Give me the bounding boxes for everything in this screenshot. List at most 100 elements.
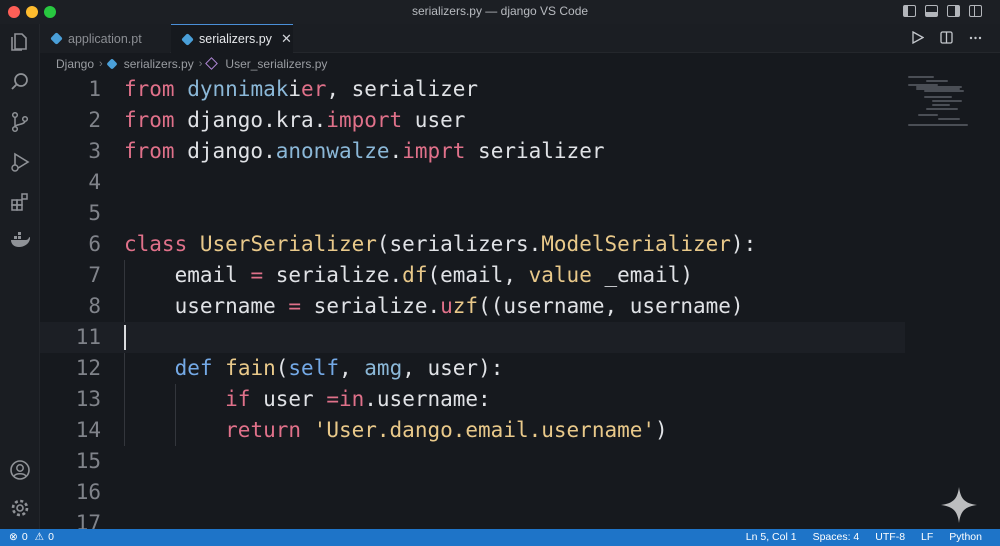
code-token: user <box>402 108 466 132</box>
code-line[interactable]: 8 username = serialize.uzf((username, us… <box>40 291 905 322</box>
language-mode[interactable]: Python <box>949 531 982 543</box>
indentation[interactable]: Spaces: 4 <box>813 531 860 543</box>
code-token: ( <box>275 356 289 380</box>
code-line[interactable]: 3 from django.anonwalze.imprt serializer <box>40 136 905 167</box>
code-token: serialize. <box>263 263 403 287</box>
code-token: UserSerializer <box>199 232 377 256</box>
python-file-icon <box>181 32 194 46</box>
code-token: dynnimak <box>187 77 289 101</box>
code-token: ): <box>730 232 757 256</box>
code-line[interactable]: 15 <box>40 446 905 477</box>
code-line[interactable]: 16 <box>40 477 905 508</box>
breadcrumb-root[interactable]: Django <box>56 57 94 71</box>
code-token: self <box>288 356 339 380</box>
code-token: = <box>288 294 302 318</box>
search-icon[interactable] <box>8 70 32 94</box>
breadcrumb-file[interactable]: serializers.py <box>124 57 194 71</box>
cursor-position[interactable]: Ln 5, Col 1 <box>746 531 797 543</box>
code-token: ModelSerializer <box>541 232 731 256</box>
code-line[interactable]: 7 email = serialize.df(email, value _ema… <box>40 260 905 291</box>
run-debug-icon[interactable] <box>8 150 32 174</box>
code-token: from <box>124 108 175 132</box>
code-text: from dynnimakier, serializer <box>124 74 478 105</box>
minimap-line <box>908 124 968 126</box>
split-editor-icon[interactable] <box>940 31 953 48</box>
code-token: df <box>402 263 428 287</box>
minimap-line <box>926 108 958 110</box>
code-text: return 'User.dango.email.username') <box>124 415 668 446</box>
code-token: ) <box>655 418 668 442</box>
code-line[interactable]: 2 from django.kra.import user <box>40 105 905 136</box>
code-line[interactable]: 13 if user =in.username: <box>40 384 905 415</box>
minimap-line <box>908 76 934 78</box>
code-token: . <box>389 139 403 163</box>
code-text: from django.kra.import user <box>124 105 465 136</box>
problems-indicator[interactable]: ⊗ 0 ⚠ 0 <box>9 531 54 543</box>
code-token: value <box>528 263 592 287</box>
line-number: 4 <box>88 170 101 194</box>
minimap-line <box>926 80 948 82</box>
code-token: , user): <box>402 356 504 380</box>
code-line[interactable]: 11 <box>40 322 905 353</box>
line-number: 17 <box>75 511 101 529</box>
source-control-icon[interactable] <box>8 110 32 134</box>
python-file-icon <box>50 32 63 45</box>
toggle-panel-icon[interactable] <box>925 5 938 17</box>
tab-serializers[interactable]: serializers.py ✕ <box>171 24 293 53</box>
settings-gear-icon[interactable] <box>8 496 32 520</box>
code-text: from django.anonwalze.imprt serializer <box>124 136 604 167</box>
code-token: import <box>326 108 403 132</box>
toggle-secondary-sidebar-icon[interactable] <box>947 5 960 17</box>
code-line[interactable]: 17 <box>40 508 905 529</box>
code-line[interactable]: 1 from dynnimakier, serializer <box>40 74 905 105</box>
code-token: amg <box>364 356 403 380</box>
error-icon: ⊗ <box>9 531 18 543</box>
more-actions-icon[interactable] <box>969 31 982 48</box>
explorer-icon[interactable] <box>8 30 32 54</box>
code-token: email <box>124 263 251 287</box>
line-number: 2 <box>88 108 101 132</box>
text-cursor <box>124 325 126 350</box>
minimap[interactable] <box>908 74 1000 134</box>
breadcrumb-symbol[interactable]: User_serializers.py <box>225 57 327 71</box>
file-encoding[interactable]: UTF-8 <box>875 531 905 543</box>
chevron-right-icon: › <box>99 57 103 70</box>
python-file-icon <box>106 57 118 70</box>
code-token: in <box>338 387 365 411</box>
run-file-icon[interactable] <box>911 30 925 48</box>
end-of-line[interactable]: LF <box>921 531 933 543</box>
window-title: serializers.py — django VS Code <box>411 4 589 18</box>
warning-count: 0 <box>48 531 54 543</box>
customize-layout-icon[interactable] <box>969 5 982 17</box>
code-text: class UserSerializer(serializers.ModelSe… <box>124 229 756 260</box>
tab-application[interactable]: application.pt <box>40 24 170 53</box>
code-editor[interactable]: 1 from dynnimakier, serializer 2 from djang… <box>40 74 1000 529</box>
code-line[interactable]: 12 def fain(self, amg, user): <box>40 353 905 384</box>
code-token: 'User.dango.email.username' <box>313 418 656 442</box>
code-token: , <box>338 356 365 380</box>
code-token: serialize. <box>301 294 441 318</box>
account-icon[interactable] <box>8 458 32 482</box>
code-line[interactable]: 6 class UserSerializer(serializers.ModelS… <box>40 229 905 260</box>
toggle-primary-sidebar-icon[interactable] <box>903 5 916 17</box>
docker-icon[interactable] <box>8 228 32 252</box>
code-line[interactable]: 5 <box>40 198 905 229</box>
code-token: ((username, username) <box>478 294 744 318</box>
code-line[interactable]: 14 return 'User.dango.email.username') <box>40 415 905 446</box>
minimap-line <box>932 104 950 106</box>
activity-bar <box>0 24 40 529</box>
code-line[interactable]: 4 <box>40 167 905 198</box>
code-token: _email) <box>591 263 693 287</box>
close-tab-icon[interactable]: ✕ <box>281 31 292 47</box>
code-text: username = serialize.uzf((username, user… <box>124 291 744 322</box>
extensions-icon[interactable] <box>8 190 32 214</box>
line-number: 14 <box>75 418 101 442</box>
minimap-line <box>924 96 952 98</box>
line-number: 8 <box>88 294 101 318</box>
line-number: 12 <box>75 356 101 380</box>
minimap-line <box>932 100 962 102</box>
